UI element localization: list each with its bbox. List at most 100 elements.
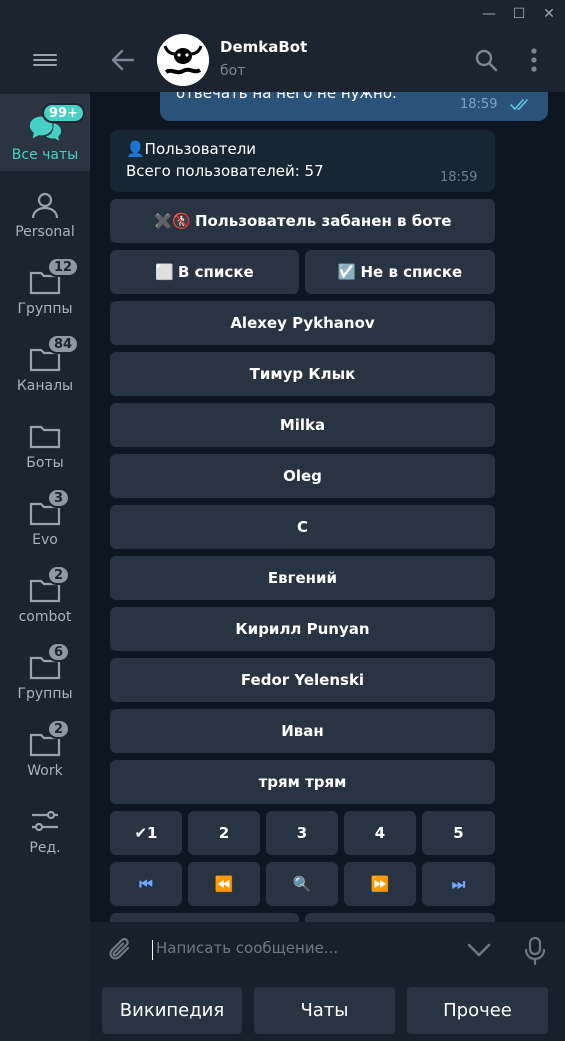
next-page-icon[interactable]: ⏩ [344,862,416,906]
sliders-icon [28,806,62,836]
user-button[interactable]: Кирилл Punyan [110,607,495,651]
folder-label: Ред. [29,840,61,856]
close-button[interactable]: ✕ [532,0,565,28]
page-button-5[interactable]: 5 [422,811,495,855]
folder-label: Personal [15,224,75,240]
reply-button-wikipedia[interactable]: Википедия [102,987,242,1034]
folder-channels[interactable]: 84 Каналы [0,325,90,402]
search-icon[interactable]: 🔍 [266,862,338,906]
unread-badge: 6 [47,642,71,662]
user-button[interactable]: трям трям [110,760,495,804]
folder-evo[interactable]: 3 Evo [0,479,90,556]
checkbox-checked-icon: ☑️ [337,263,357,281]
message-time: 18:59 [460,97,498,112]
reply-button-other[interactable]: Прочее [407,987,548,1034]
double-check-icon [510,96,532,115]
window-titlebar: — ☐ ✕ [0,0,565,28]
folder-sidebar: 99+ Все чаты Personal 12 Группы 84 Канал… [0,28,90,1041]
folder-label: Группы [17,686,73,702]
back-arrow-icon[interactable] [110,48,136,72]
page-button-1[interactable]: ✔1 [110,811,182,855]
user-button[interactable]: Евгений [110,556,495,600]
banned-icon: ✖️🚷 [153,212,191,230]
unread-badge: 99+ [42,103,85,123]
folder-edit[interactable]: Ред. [0,787,90,864]
page-button-3[interactable]: 3 [266,811,338,855]
folder-icon: 6 [28,642,71,682]
folder-label: Work [27,763,63,779]
keyboard-button-partial[interactable] [305,913,495,922]
folder-label: Evo [32,532,58,548]
keyboard-button-partial[interactable] [110,913,299,922]
folder-icon: 2 [28,719,71,759]
previous-page-icon[interactable]: ⏪ [188,862,260,906]
chevron-down-icon[interactable] [466,940,492,964]
reply-keyboard: Википедия Чаты Прочее [90,978,565,1041]
user-button[interactable]: Тимур Клык [110,352,495,396]
page-button-2[interactable]: 2 [188,811,260,855]
button-label: Пользователь забанен в боте [194,212,452,230]
folder-groups[interactable]: 12 Группы [0,248,90,325]
user-button[interactable]: С [110,505,495,549]
unread-badge: 2 [47,719,71,739]
bot-avatar[interactable] [157,34,209,86]
message-list[interactable]: отвечать на него не нужно. 18:59 👤Пользо… [90,92,565,922]
bull-logo-icon [157,34,209,86]
user-button[interactable]: Oleg [110,454,495,498]
folder-label: Боты [26,455,64,471]
folder-label: Каналы [16,378,74,394]
menu-button[interactable] [0,28,90,92]
folder-icon [28,421,62,451]
banned-user-button[interactable]: ✖️🚷 Пользователь забанен в боте [110,199,495,243]
message-title: 👤Пользователи [126,140,257,158]
folder-all-chats[interactable]: 99+ Все чаты [0,94,90,171]
microphone-icon[interactable] [524,936,546,970]
more-vertical-icon[interactable] [524,46,544,74]
folder-personal[interactable]: Personal [0,171,90,248]
attach-icon[interactable] [106,936,134,968]
minimize-button[interactable]: — [472,0,506,28]
chat-subtitle: бот [220,63,246,79]
last-page-icon[interactable]: ⏭ [422,862,495,906]
user-button[interactable]: Alexey Pykhanov [110,301,495,345]
unread-badge: 84 [47,334,80,354]
user-button[interactable]: Иван [110,709,495,753]
folder-label: combot [18,609,72,625]
user-button[interactable]: Fedor Yelenski [110,658,495,702]
button-label: Не в списке [360,263,463,281]
search-icon[interactable] [474,48,498,72]
user-button[interactable]: Milka [110,403,495,447]
folder-combot[interactable]: 2 combot [0,556,90,633]
message-input[interactable]: Написать сообщение... [156,939,338,957]
first-page-icon[interactable]: ⏮ [110,862,182,906]
message-composer: Написать сообщение... [90,922,565,978]
button-label: В списке [178,263,254,281]
message-time: 18:59 [440,170,478,185]
unread-badge: 2 [47,565,71,585]
not-in-list-button[interactable]: ☑️ Не в списке [305,250,495,294]
message-text: Всего пользователей: 57 [126,162,324,180]
maximize-button[interactable]: ☐ [502,0,536,28]
reply-button-chats[interactable]: Чаты [254,987,395,1034]
message-text: отвечать на него не нужно. [176,92,397,102]
folder-bots[interactable]: Боты [0,402,90,479]
folder-groups-2[interactable]: 6 Группы [0,633,90,710]
outgoing-message-bubble[interactable]: отвечать на него не нужно. 18:59 [160,92,548,121]
text-cursor [152,940,153,960]
person-icon [28,190,62,220]
chat-title: DemkaBot [220,38,308,56]
folder-label: Все чаты [11,147,79,163]
chat-bubbles-icon: 99+ [28,103,85,143]
folder-label: Группы [17,301,73,317]
unread-badge: 3 [47,488,71,508]
incoming-message-bubble[interactable]: 👤Пользователи Всего пользователей: 57 18… [110,130,495,192]
hamburger-icon [33,51,57,69]
folder-work[interactable]: 2 Work [0,710,90,787]
folder-icon: 12 [28,257,80,297]
folder-icon: 84 [28,334,80,374]
in-list-button[interactable]: ⬜ В списке [110,250,299,294]
chat-header: DemkaBot бот [90,28,565,92]
folder-icon: 3 [28,488,71,528]
folder-icon: 2 [28,565,71,605]
page-button-4[interactable]: 4 [344,811,416,855]
